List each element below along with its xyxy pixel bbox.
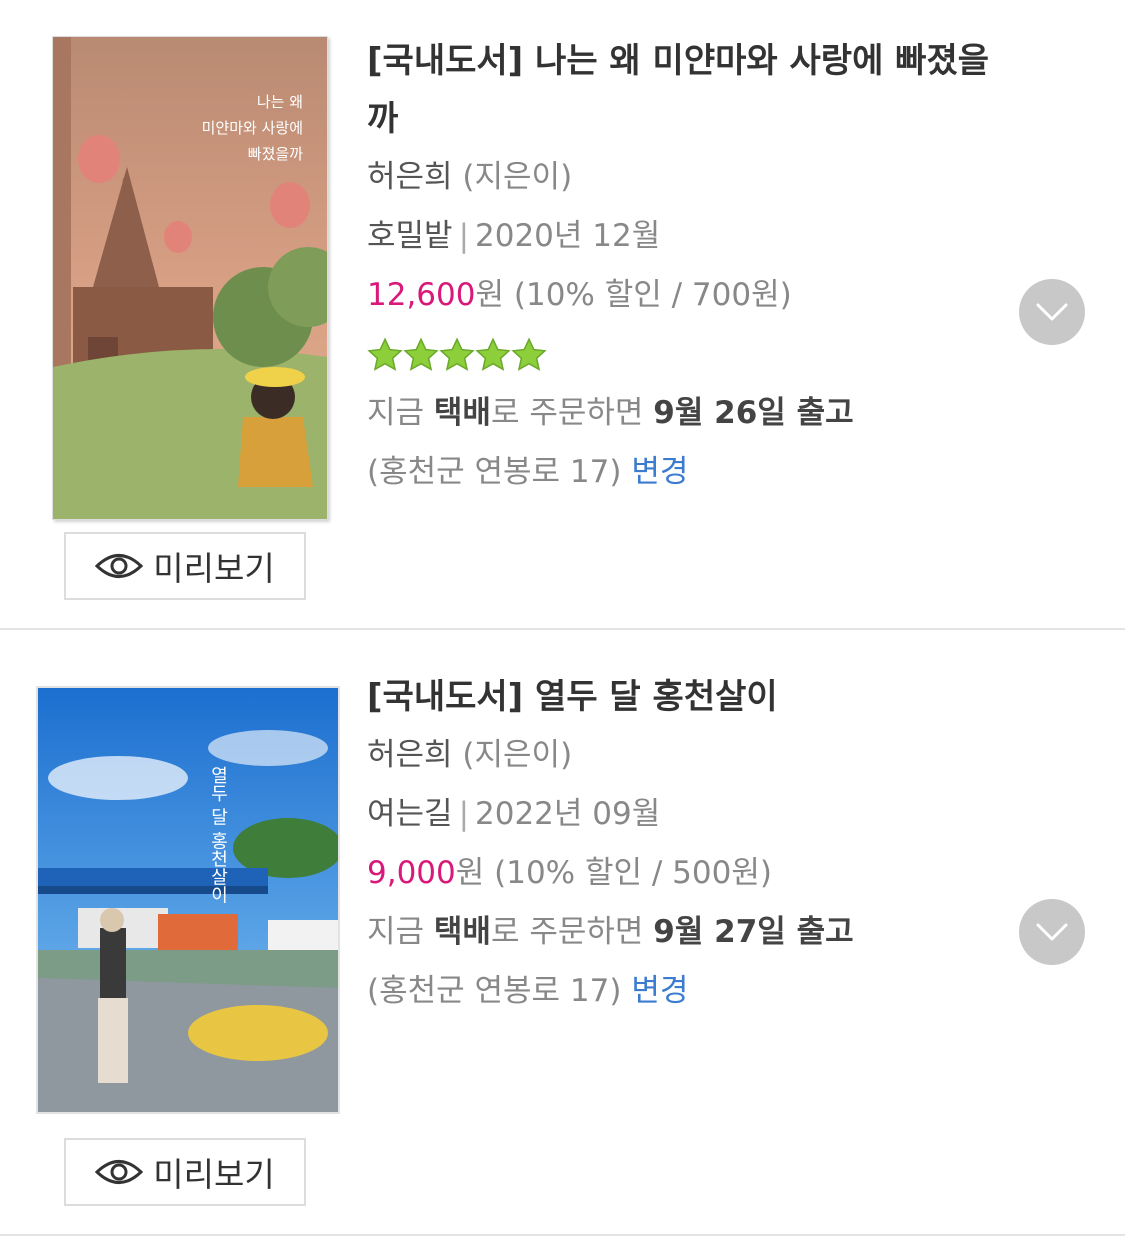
price-unit: 원 — [455, 855, 485, 891]
svg-text:빠졌을까: 빠졌을까 — [248, 145, 303, 163]
delivery-mid: 로 주문하면 — [490, 395, 644, 431]
address-line: (홍천군 연봉로 17) 변경 — [367, 962, 1017, 1021]
delivery-method: 택배 — [433, 914, 491, 950]
eye-icon — [95, 554, 144, 578]
star-rating — [367, 325, 1017, 384]
publisher-line: 호밀밭 | 2020년 12월 — [367, 207, 1017, 266]
discount-info: (10% 할인 / 500원) — [494, 855, 772, 891]
book-cover-image[interactable]: 열두 달 홍천살이 — [36, 686, 340, 1114]
publisher-name[interactable]: 호밀밭 — [367, 218, 453, 254]
eye-icon — [95, 1160, 144, 1184]
preview-label: 미리보기 — [153, 1155, 275, 1194]
expand-button[interactable] — [1019, 899, 1085, 965]
delivery-prefix: 지금 — [367, 395, 425, 431]
separator: | — [458, 218, 470, 254]
book-item: 나는 왜 미얀마와 사랑에 빠졌을까 미리보기 [국내도서] 나는 왜 미얀마와… — [0, 0, 1125, 630]
publish-date: 2022년 09월 — [475, 796, 661, 832]
book-cover-image[interactable]: 나는 왜 미얀마와 사랑에 빠졌을까 — [52, 36, 328, 520]
star-icon — [403, 336, 439, 371]
book-info: [국내도서] 열두 달 홍천살이 허은희 (지은이) 여는길 | 2022년 09월… — [367, 668, 1017, 1021]
price-unit: 원 — [475, 277, 505, 313]
publish-date: 2020년 12월 — [475, 218, 661, 254]
price-line: 9,000원 (10% 할인 / 500원) — [367, 844, 1017, 903]
preview-label: 미리보기 — [153, 549, 275, 588]
delivery-date: 9월 26일 출고 — [653, 395, 854, 431]
book-title[interactable]: [국내도서] 나는 왜 미얀마와 사랑에 빠졌을까 — [367, 32, 1017, 148]
author-name[interactable]: 허은희 — [367, 159, 453, 195]
star-icon — [475, 336, 511, 371]
sale-price: 12,600 — [367, 277, 476, 313]
delivery-line: 지금 택배로 주문하면 9월 26일 출고 — [367, 384, 1017, 443]
delivery-prefix: 지금 — [367, 914, 425, 950]
svg-text:열두 달 홍천살이: 열두 달 홍천살이 — [208, 766, 229, 904]
author-line: 허은희 (지은이) — [367, 726, 1017, 785]
delivery-line: 지금 택배로 주문하면 9월 27일 출고 — [367, 903, 1017, 962]
delivery-method: 택배 — [433, 395, 491, 431]
separator: | — [458, 796, 470, 832]
preview-button[interactable]: 미리보기 — [64, 532, 306, 600]
expand-button[interactable] — [1019, 279, 1085, 345]
author-role: (지은이) — [462, 737, 573, 773]
author-line: 허은희 (지은이) — [367, 148, 1017, 207]
svg-text:나는 왜: 나는 왜 — [257, 93, 303, 111]
chevron-down-icon — [1036, 303, 1068, 321]
svg-text:미얀마와 사랑에: 미얀마와 사랑에 — [202, 119, 303, 137]
delivery-mid: 로 주문하면 — [490, 914, 644, 950]
delivery-address: (홍천군 연봉로 17) — [367, 973, 622, 1009]
star-icon — [367, 336, 403, 371]
preview-button[interactable]: 미리보기 — [64, 1138, 306, 1206]
book-title[interactable]: [국내도서] 열두 달 홍천살이 — [367, 668, 1017, 726]
change-address-link[interactable]: 변경 — [631, 454, 688, 490]
publisher-line: 여는길 | 2022년 09월 — [367, 785, 1017, 844]
publisher-name[interactable]: 여는길 — [367, 796, 453, 832]
price-line: 12,600원 (10% 할인 / 700원) — [367, 266, 1017, 325]
delivery-address: (홍천군 연봉로 17) — [367, 454, 622, 490]
star-icon — [439, 336, 475, 371]
delivery-date: 9월 27일 출고 — [653, 914, 854, 950]
discount-info: (10% 할인 / 700원) — [513, 277, 792, 313]
chevron-down-icon — [1036, 923, 1068, 941]
author-role: (지은이) — [462, 159, 573, 195]
change-address-link[interactable]: 변경 — [631, 973, 688, 1009]
book-item: 열두 달 홍천살이 미리보기 [국내도서] 열두 달 홍천살이 허은희 (지은이… — [0, 630, 1125, 1236]
sale-price: 9,000 — [367, 855, 456, 891]
book-info: [국내도서] 나는 왜 미얀마와 사랑에 빠졌을까 허은희 (지은이) 호밀밭 |… — [367, 32, 1017, 502]
star-icon — [511, 336, 547, 371]
address-line: (홍천군 연봉로 17) 변경 — [367, 443, 1017, 502]
author-name[interactable]: 허은희 — [367, 737, 453, 773]
